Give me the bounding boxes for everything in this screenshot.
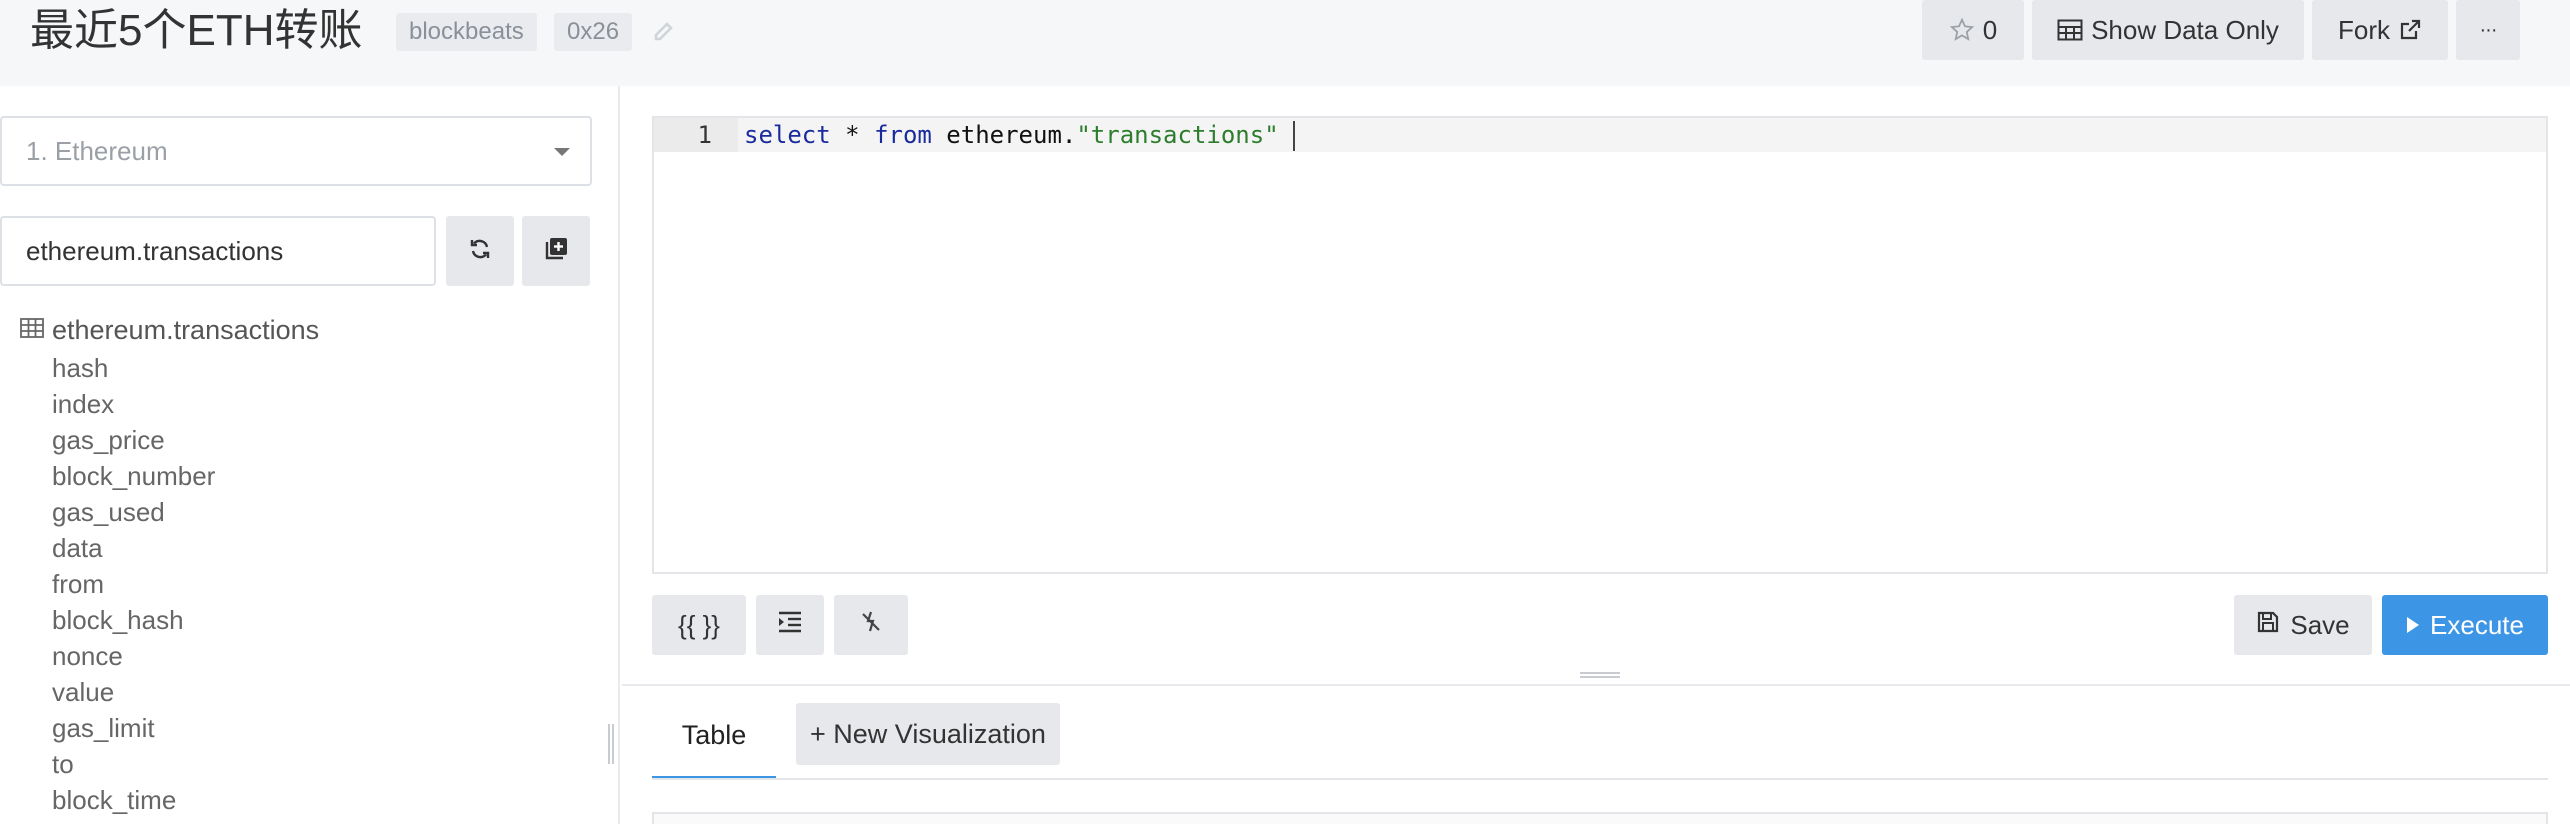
new-visualization-button[interactable]: + New Visualization bbox=[796, 703, 1060, 765]
schema-column[interactable]: gas_price bbox=[52, 422, 215, 458]
schema-column[interactable]: to bbox=[52, 746, 215, 782]
tag-blockbeats[interactable]: blockbeats bbox=[396, 13, 537, 51]
table-icon bbox=[20, 310, 44, 350]
schema-column[interactable]: from bbox=[52, 566, 215, 602]
schema-column-list: hash index gas_price block_number gas_us… bbox=[52, 350, 215, 818]
execute-label: Execute bbox=[2430, 609, 2524, 640]
indent-icon bbox=[777, 610, 803, 641]
tabs-divider bbox=[652, 778, 2548, 780]
fork-label: Fork bbox=[2338, 15, 2390, 45]
autocomplete-toggle-button[interactable] bbox=[834, 595, 908, 655]
tag-address[interactable]: 0x26 bbox=[554, 13, 633, 51]
tab-table[interactable]: Table bbox=[652, 704, 776, 780]
sidebar-resize-handle[interactable] bbox=[608, 724, 614, 764]
schema-column[interactable]: block_number bbox=[52, 458, 215, 494]
pencil-icon[interactable] bbox=[650, 18, 678, 46]
code-text: * bbox=[830, 121, 875, 149]
schema-table-name: ethereum.transactions bbox=[52, 315, 320, 345]
query-editor[interactable]: 1 select * from ethereum."transactions" bbox=[652, 116, 2548, 574]
code-keyword: from bbox=[874, 121, 932, 149]
results-panel bbox=[652, 812, 2548, 824]
query-code[interactable]: select * from ethereum."transactions" bbox=[744, 118, 1295, 152]
table-icon bbox=[2057, 18, 2083, 42]
execute-button[interactable]: Execute bbox=[2382, 595, 2548, 655]
page-header: 最近5个ETH转账 blockbeats 0x26 0 Show Data On… bbox=[0, 0, 2570, 86]
line-number: 1 bbox=[654, 118, 738, 152]
refresh-icon bbox=[468, 237, 492, 266]
data-source-value: 1. Ethereum bbox=[26, 136, 168, 166]
plus-icon: + bbox=[810, 719, 826, 749]
schema-column[interactable]: value bbox=[52, 674, 215, 710]
schema-column[interactable]: block_hash bbox=[52, 602, 215, 638]
code-string: "transactions" bbox=[1076, 121, 1279, 149]
new-visualization-label: New Visualization bbox=[833, 719, 1046, 749]
floppy-disk-icon bbox=[2256, 610, 2280, 641]
schema-column[interactable]: gas_used bbox=[52, 494, 215, 530]
add-table-button[interactable] bbox=[522, 216, 590, 286]
schema-table-item[interactable]: ethereum.transactions bbox=[20, 310, 319, 350]
schema-sidebar: 1. Ethereum ethereum.transactions ethere… bbox=[0, 86, 620, 824]
editor-resize-handle[interactable] bbox=[1580, 672, 1620, 678]
schema-column[interactable]: block_time bbox=[52, 782, 215, 818]
caret-down-icon bbox=[554, 148, 570, 156]
data-source-select[interactable]: 1. Ethereum bbox=[0, 116, 592, 186]
star-count: 0 bbox=[1982, 15, 1998, 45]
schema-column[interactable]: gas_limit bbox=[52, 710, 215, 746]
params-label: {{ }} bbox=[678, 609, 720, 640]
show-data-only-button[interactable]: Show Data Only bbox=[2032, 0, 2304, 60]
more-icon: ··· bbox=[2479, 19, 2498, 41]
schema-column[interactable]: index bbox=[52, 386, 215, 422]
save-label: Save bbox=[2290, 609, 2350, 640]
add-parameter-button[interactable]: {{ }} bbox=[652, 595, 746, 655]
more-button[interactable]: ··· bbox=[2456, 0, 2520, 60]
page-title: 最近5个ETH转账 bbox=[30, 6, 363, 55]
schema-column[interactable]: data bbox=[52, 530, 215, 566]
code-text: ethereum. bbox=[931, 121, 1077, 149]
schema-column[interactable]: nonce bbox=[52, 638, 215, 674]
code-keyword: select bbox=[744, 121, 831, 149]
show-data-only-label: Show Data Only bbox=[2091, 15, 2279, 45]
fork-button[interactable]: Fork bbox=[2312, 0, 2448, 60]
format-query-button[interactable] bbox=[756, 595, 824, 655]
divider bbox=[622, 684, 2570, 686]
save-button[interactable]: Save bbox=[2234, 595, 2372, 655]
plus-square-icon bbox=[543, 236, 569, 267]
schema-search-input[interactable] bbox=[0, 216, 436, 286]
star-icon bbox=[1949, 17, 1975, 43]
star-button[interactable]: 0 bbox=[1922, 0, 2024, 60]
play-icon bbox=[2406, 610, 2420, 641]
external-link-icon bbox=[2398, 18, 2422, 42]
text-cursor bbox=[1292, 121, 1295, 151]
refresh-schema-button[interactable] bbox=[446, 216, 514, 286]
schema-column[interactable]: hash bbox=[52, 350, 215, 386]
autocomplete-off-icon bbox=[858, 609, 884, 642]
